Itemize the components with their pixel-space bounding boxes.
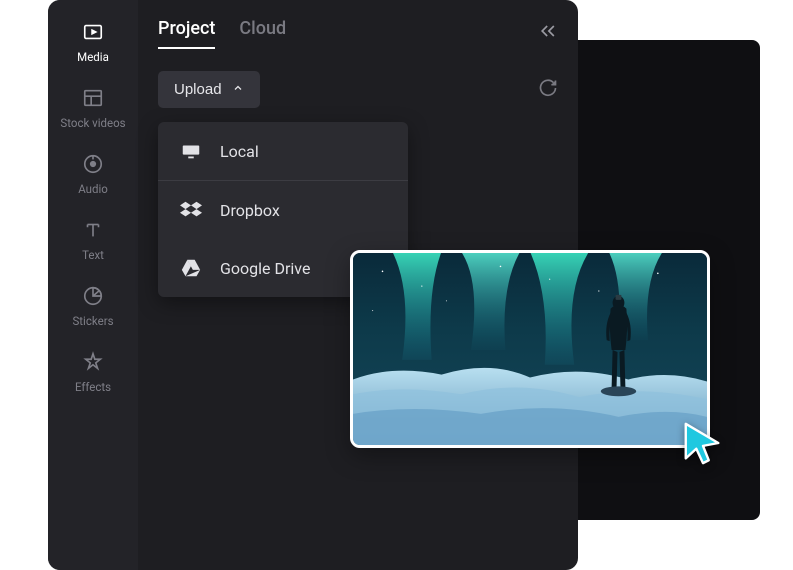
media-thumbnail[interactable] xyxy=(350,250,710,448)
dropdown-item-label: Dropbox xyxy=(220,201,280,220)
sidebar-item-media[interactable]: Media xyxy=(77,20,109,64)
tabs: Project Cloud xyxy=(158,18,286,49)
sidebar-item-stockvideos[interactable]: Stock videos xyxy=(60,86,125,130)
sidebar-item-audio[interactable]: Audio xyxy=(78,152,108,196)
audio-icon xyxy=(81,152,105,176)
dropdown-item-label: Local xyxy=(220,142,259,161)
dropdown-item-dropbox[interactable]: Dropbox xyxy=(158,181,408,239)
cursor-pointer-icon xyxy=(680,420,726,466)
sidebar-item-label: Stock videos xyxy=(60,116,125,130)
local-icon xyxy=(180,140,202,162)
gdrive-icon xyxy=(180,257,202,279)
tab-cloud[interactable]: Cloud xyxy=(239,18,286,49)
collapse-button[interactable] xyxy=(538,21,558,46)
sidebar-item-effects[interactable]: Effects xyxy=(75,350,111,394)
dropbox-icon xyxy=(180,199,202,221)
tabs-row: Project Cloud xyxy=(158,18,558,49)
tab-project[interactable]: Project xyxy=(158,18,215,49)
sidebar-item-label: Audio xyxy=(78,182,108,196)
stock-videos-icon xyxy=(81,86,105,110)
text-icon xyxy=(81,218,105,242)
sidebar-item-text[interactable]: Text xyxy=(81,218,105,262)
stickers-icon xyxy=(81,284,105,308)
upload-button-label: Upload xyxy=(174,81,222,98)
upload-row: Upload xyxy=(158,71,558,108)
upload-button[interactable]: Upload xyxy=(158,71,260,108)
sidebar-item-label: Media xyxy=(77,50,109,64)
sidebar-item-stickers[interactable]: Stickers xyxy=(72,284,113,328)
sidebar: Media Stock videos Audio xyxy=(48,0,138,570)
sidebar-item-label: Effects xyxy=(75,380,111,394)
effects-icon xyxy=(81,350,105,374)
chevron-up-icon xyxy=(232,81,244,98)
media-icon xyxy=(81,20,105,44)
sidebar-item-label: Stickers xyxy=(72,314,113,328)
dropdown-item-local[interactable]: Local xyxy=(158,122,408,181)
aurora-image xyxy=(353,253,707,445)
sidebar-item-label: Text xyxy=(82,248,104,262)
refresh-button[interactable] xyxy=(538,78,558,102)
dropdown-item-label: Google Drive xyxy=(220,259,310,278)
